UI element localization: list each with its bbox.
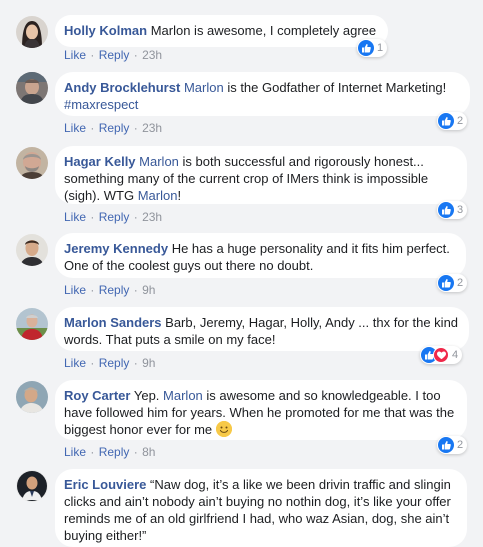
comment-timestamp[interactable]: 23h bbox=[142, 121, 162, 135]
comment-actions: Like · Reply · 8h bbox=[64, 445, 156, 459]
avatar[interactable] bbox=[16, 470, 48, 502]
reaction-count: 2 bbox=[457, 439, 464, 451]
comment-bubble: Jeremy Kennedy He has a huge personality… bbox=[55, 233, 466, 278]
comment-bubble: Eric Louviere “Naw dog, it’s a like we b… bbox=[55, 469, 467, 547]
avatar[interactable] bbox=[16, 16, 48, 48]
comment-bubble: Roy Carter Yep. Marlon is awesome and so… bbox=[55, 380, 467, 440]
hashtag-link[interactable]: #maxrespect bbox=[64, 97, 138, 112]
comment-bubble: Holly Kolman Marlon is awesome, I comple… bbox=[55, 15, 388, 47]
thumbs-up-icon bbox=[438, 113, 454, 129]
reaction-count: 4 bbox=[452, 349, 459, 361]
reaction-count: 3 bbox=[457, 204, 464, 216]
comment-author[interactable]: Eric Louviere bbox=[64, 477, 146, 492]
reaction-summary[interactable]: 3 bbox=[437, 201, 468, 219]
like-link[interactable]: Like bbox=[64, 48, 86, 62]
avatar[interactable] bbox=[16, 72, 48, 104]
reply-link[interactable]: Reply bbox=[99, 445, 130, 459]
like-link[interactable]: Like bbox=[64, 283, 86, 297]
comment-actions: Like · Reply · 23h bbox=[64, 48, 163, 62]
like-link[interactable]: Like bbox=[64, 445, 86, 459]
comment-timestamp[interactable]: 9h bbox=[142, 356, 155, 370]
reaction-count: 1 bbox=[377, 42, 384, 54]
comment-text: ! bbox=[177, 188, 182, 203]
comment-timestamp[interactable]: 23h bbox=[142, 210, 162, 224]
reply-link[interactable]: Reply bbox=[99, 210, 130, 224]
reaction-summary[interactable]: 2 bbox=[437, 112, 468, 130]
comment-author[interactable]: Roy Carter bbox=[64, 388, 130, 403]
comment-author[interactable]: Marlon Sanders bbox=[64, 315, 162, 330]
comment-actions: Like · Reply · 9h bbox=[64, 283, 156, 297]
smiley-emoji-icon bbox=[215, 421, 232, 437]
comment-author[interactable]: Andy Brocklehurst bbox=[64, 80, 180, 95]
reaction-summary[interactable]: 1 bbox=[357, 39, 388, 57]
comment-actions: Like · Reply · 23h bbox=[64, 121, 163, 135]
reaction-count: 2 bbox=[457, 115, 464, 127]
thumbs-up-icon bbox=[438, 202, 454, 218]
like-link[interactable]: Like bbox=[64, 121, 86, 135]
comment-timestamp[interactable]: 8h bbox=[142, 445, 155, 459]
comment-text: Marlon is awesome, I completely agree bbox=[150, 23, 377, 38]
comment-author[interactable]: Hagar Kelly bbox=[64, 154, 136, 169]
reply-link[interactable]: Reply bbox=[99, 121, 130, 135]
mention-link[interactable]: Marlon bbox=[184, 80, 224, 95]
reaction-summary[interactable]: 2 bbox=[437, 436, 468, 454]
reply-link[interactable]: Reply bbox=[99, 283, 130, 297]
avatar[interactable] bbox=[16, 147, 48, 179]
mention-link[interactable]: Marlon bbox=[138, 188, 178, 203]
thumbs-up-icon bbox=[358, 40, 374, 56]
mention-link[interactable]: Marlon bbox=[139, 154, 179, 169]
comment-timestamp[interactable]: 9h bbox=[142, 283, 155, 297]
comment-text: is the Godfather of Internet Marketing! bbox=[227, 80, 447, 95]
reaction-summary[interactable]: 2 bbox=[437, 274, 468, 292]
like-link[interactable]: Like bbox=[64, 210, 86, 224]
reply-link[interactable]: Reply bbox=[99, 48, 130, 62]
thumbs-up-icon bbox=[438, 437, 454, 453]
like-link[interactable]: Like bbox=[64, 356, 86, 370]
comment-timestamp[interactable]: 23h bbox=[142, 48, 162, 62]
comment-actions: Like · Reply · 9h bbox=[64, 356, 156, 370]
mention-link[interactable]: Marlon bbox=[163, 388, 203, 403]
comment-bubble: Hagar Kelly Marlon is both successful an… bbox=[55, 146, 467, 204]
comment-author[interactable]: Holly Kolman bbox=[64, 23, 147, 38]
reaction-count: 2 bbox=[457, 277, 464, 289]
heart-icon bbox=[433, 347, 449, 363]
thumbs-up-icon bbox=[438, 275, 454, 291]
avatar[interactable] bbox=[16, 308, 48, 340]
comment-actions: Like · Reply · 23h bbox=[64, 210, 163, 224]
avatar[interactable] bbox=[16, 381, 48, 413]
comment-bubble: Andy Brocklehurst Marlon is the Godfathe… bbox=[55, 72, 470, 116]
reaction-summary[interactable]: 4 bbox=[420, 346, 463, 364]
avatar[interactable] bbox=[16, 234, 48, 266]
reply-link[interactable]: Reply bbox=[99, 356, 130, 370]
comment-author[interactable]: Jeremy Kennedy bbox=[64, 241, 168, 256]
comment-text: Yep. bbox=[133, 388, 160, 403]
comment-bubble: Marlon Sanders Barb, Jeremy, Hagar, Holl… bbox=[55, 307, 469, 351]
